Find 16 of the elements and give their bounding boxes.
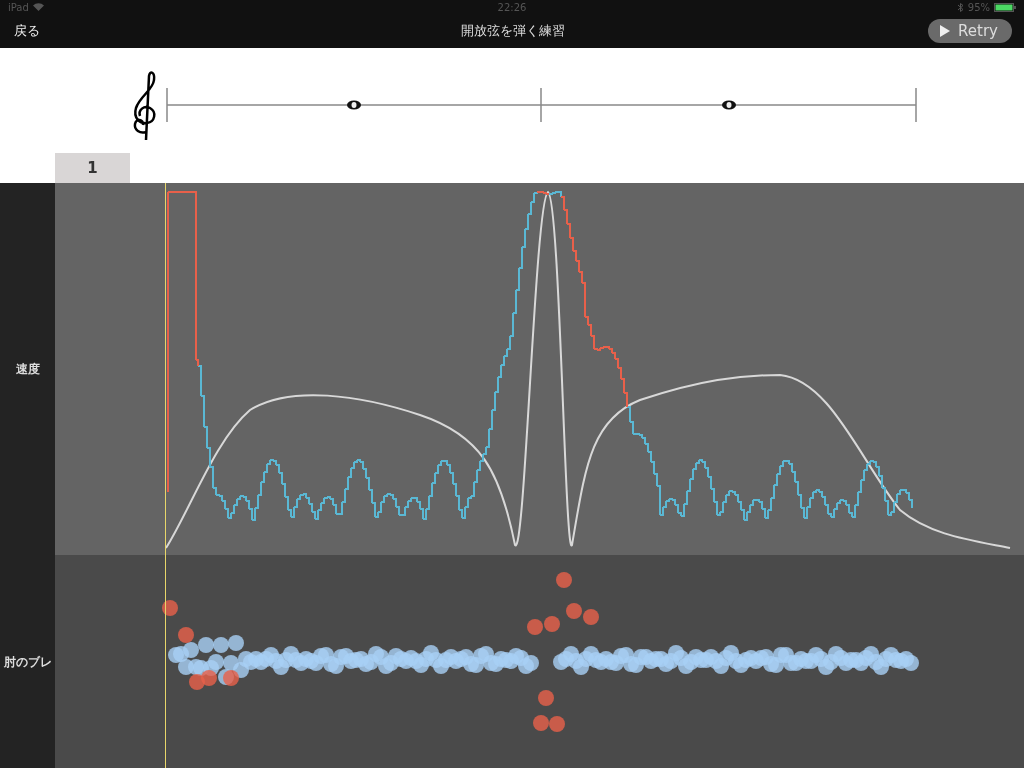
row-label: 速度: [15, 360, 40, 378]
bluetooth-icon: [957, 2, 964, 12]
treble-clef-icon: [133, 71, 156, 142]
retry-button[interactable]: Retry: [928, 19, 1012, 43]
whole-note-icon: [347, 100, 361, 110]
play-icon: [940, 25, 951, 37]
screen-title: 開放弦を弾く練習: [461, 22, 565, 40]
battery-percentage: 95%: [967, 1, 990, 13]
whole-note-icon: [722, 100, 736, 110]
clock-time: 22:26: [497, 1, 527, 13]
wifi-icon: [32, 3, 44, 11]
row-label: 肘のブレ: [3, 654, 52, 671]
battery-icon: [994, 2, 1016, 12]
device-name: iPad: [8, 1, 29, 13]
back-button[interactable]: 戻る: [14, 22, 40, 40]
measure-tab[interactable]: 1: [55, 153, 130, 183]
